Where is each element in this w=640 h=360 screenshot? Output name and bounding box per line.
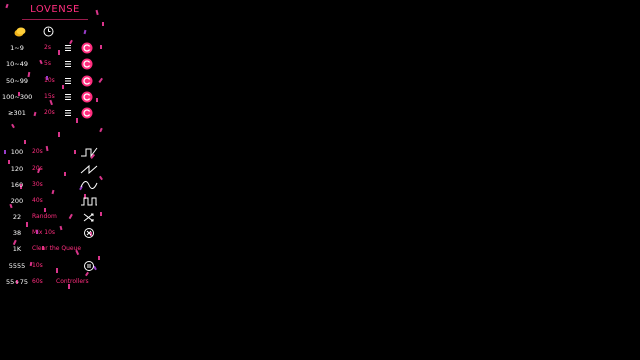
lovense-badge-icon [81,91,93,103]
lovense-badge-icon [81,107,93,119]
level-row: 100~300 15s [0,90,108,104]
pulse-wave-icon [81,147,98,158]
special-row: 200 40s [0,194,108,208]
special-row: 100 20s [0,145,108,159]
level-range: ≥301 [8,109,26,117]
level-range: 100~300 [2,93,33,101]
special-text: 60s [32,278,43,285]
sine-wave-icon [80,181,98,189]
special-text: 20s [32,165,43,172]
level-range: 10~49 [6,60,28,68]
special-value: 5555 [8,262,26,270]
special-value: 38 [12,229,22,237]
menu-lines-icon [65,45,71,51]
special-text: 20s [32,148,43,155]
brand-logo: LOVENSE [30,4,80,15]
brand-divider [22,19,88,20]
lovense-badge-icon [81,75,93,87]
special-row: 55~75 60s Controllers [0,275,108,289]
square-wave-icon [81,197,97,206]
level-range: 50~99 [6,77,28,85]
special-row: 160 30s [0,178,108,192]
special-row: 120 20s [0,162,108,176]
close-circle-icon [84,228,94,238]
special-text: 40s [32,197,43,204]
special-row: 22 Random [0,210,108,224]
special-text: Mix 10s [32,229,56,236]
level-duration: 15s [44,93,55,100]
level-range: 1~9 [10,44,24,52]
special-text-secondary: Controllers [56,278,89,285]
level-duration: 10s [44,77,55,84]
menu-lines-icon [65,78,71,84]
lovense-badge-icon [81,58,93,70]
coin-icon [14,27,26,37]
special-value: 55~75 [6,278,28,286]
menu-lines-icon [65,110,71,116]
special-value: 22 [12,213,22,221]
zigzag-wave-icon [80,164,98,175]
level-duration: 20s [44,109,55,116]
tip-menu-panel: LOVENSE 1~9 2s 10~49 5s 50~99 10s 100~30… [0,0,108,292]
level-row: 50~99 10s [0,74,108,88]
special-value: 200 [10,197,24,205]
pause-circle-icon [84,261,94,271]
clock-icon[interactable] [43,26,54,37]
special-text: 10s [32,262,43,269]
level-row: 10~49 5s [0,57,108,71]
special-value: 1K [12,245,22,253]
shuffle-icon [83,213,94,222]
level-row: 1~9 2s [0,41,108,55]
special-value: 160 [10,181,24,189]
special-text: Clear the Queue [32,245,82,252]
lovense-badge-icon [81,42,93,54]
special-row: 1K Clear the Queue [0,242,108,256]
special-text: Random [32,213,57,220]
special-row: 38 Mix 10s [0,226,108,240]
special-value: 120 [10,165,24,173]
level-duration: 5s [44,60,51,67]
special-value: 100 [10,148,24,156]
menu-lines-icon [65,61,71,67]
special-row: 5555 10s [0,259,108,273]
level-duration: 2s [44,44,51,51]
menu-lines-icon [65,94,71,100]
level-row: ≥301 20s [0,106,108,120]
special-text: 30s [32,181,43,188]
